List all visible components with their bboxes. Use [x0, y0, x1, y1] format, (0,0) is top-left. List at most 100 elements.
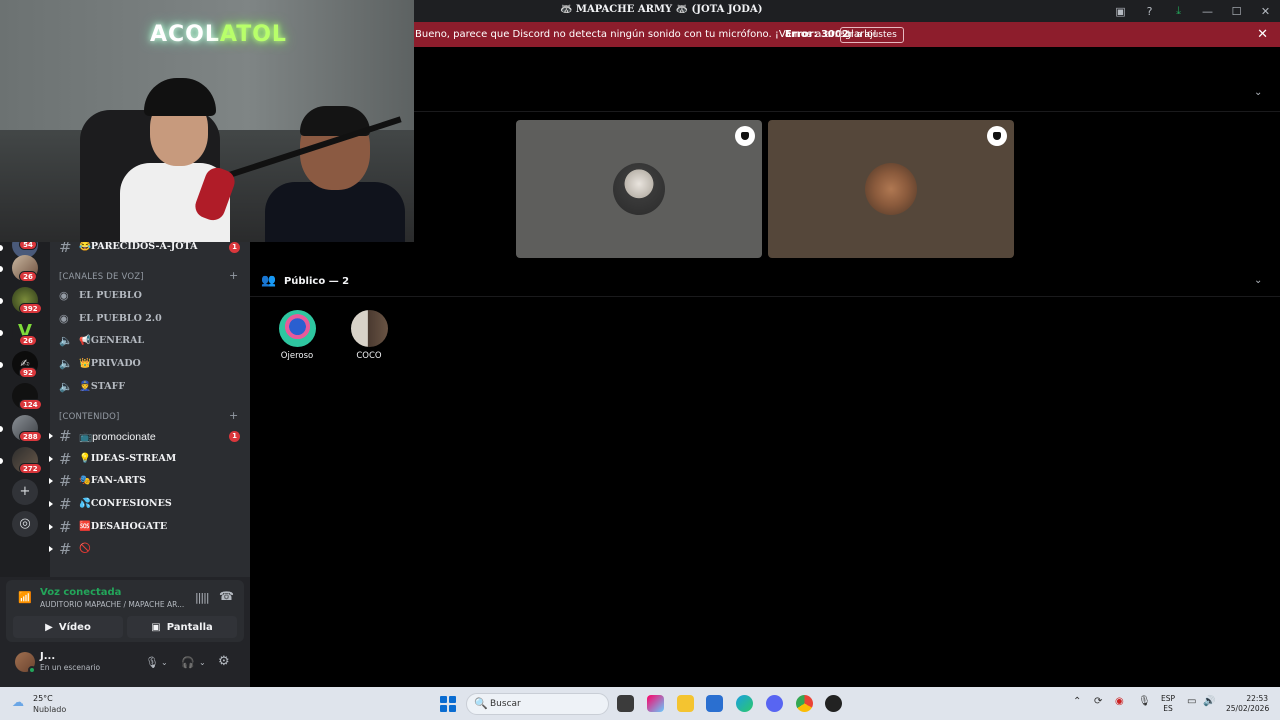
- server-badge: 26: [19, 335, 37, 346]
- close-notice-icon[interactable]: ✕: [1257, 27, 1268, 42]
- voice-channel[interactable]: 🔈 👮STAFF: [50, 377, 250, 397]
- voice-channel[interactable]: ◉ EL PUEBLO: [50, 286, 250, 306]
- text-channel[interactable]: # 💦CONFESIONES: [49, 494, 250, 514]
- streamer-right: [255, 106, 405, 242]
- store-icon[interactable]: [706, 695, 723, 712]
- category-voice[interactable]: [CANALES DE VOZ]: [59, 272, 144, 282]
- discord-icon[interactable]: [766, 695, 783, 712]
- moderator-icon: [987, 126, 1007, 146]
- headphones-icon[interactable]: 🎧: [181, 656, 195, 669]
- add-channel-icon[interactable]: +: [229, 409, 238, 422]
- weather-condition[interactable]: Nublado: [33, 705, 66, 714]
- voice-location[interactable]: AUDITORIO MAPACHE / MAPACHE AR...: [40, 600, 184, 609]
- audience-member[interactable]: COCO: [341, 310, 397, 361]
- unread-arrow-icon: [49, 501, 53, 507]
- app-icon[interactable]: [825, 695, 842, 712]
- unread-pip: [0, 362, 3, 368]
- task-view-icon[interactable]: [617, 695, 634, 712]
- add-server-icon[interactable]: +: [12, 479, 38, 505]
- speaker-icon: 🔈: [59, 334, 73, 347]
- text-channel-icon: #: [59, 495, 72, 513]
- chevron-down-icon[interactable]: ⌄: [161, 658, 168, 667]
- people-icon: 👥: [261, 273, 276, 287]
- maximize-icon[interactable]: ☐: [1222, 0, 1251, 22]
- unread-badge: 1: [229, 431, 240, 442]
- weather-icon[interactable]: ☁: [12, 695, 24, 709]
- screen-share-icon: ▣: [151, 621, 161, 633]
- text-channel[interactable]: # 🆘DESAHOGATE: [49, 517, 250, 537]
- unread-pip: [0, 298, 3, 304]
- microphone-icon[interactable]: 🎙: [1138, 696, 1151, 707]
- voice-channel[interactable]: 🔈 👑PRIVADO: [50, 354, 250, 374]
- download-icon[interactable]: ⤓: [1164, 0, 1193, 22]
- sync-icon[interactable]: ⟳: [1094, 696, 1102, 707]
- screen-share-button[interactable]: ▣ Pantalla: [127, 616, 237, 638]
- discover-icon[interactable]: ◎: [12, 511, 38, 537]
- voice-connection-box: 📶 Voz conectada AUDITORIO MAPACHE / MAPA…: [6, 580, 244, 642]
- unread-arrow-icon: [49, 524, 53, 530]
- server-badge: 26: [19, 271, 37, 282]
- app-tray-icon[interactable]: ◉: [1115, 696, 1124, 707]
- video-button[interactable]: ▶ Vídeo: [13, 616, 123, 638]
- language-indicator[interactable]: ESP ES: [1161, 694, 1175, 714]
- inbox-icon[interactable]: ▣: [1106, 0, 1135, 22]
- gear-icon[interactable]: ⚙: [218, 654, 230, 669]
- text-channel-icon: #: [59, 472, 72, 490]
- channel-list: # 😂PARECIDOS-A-JOTA 1 [CANALES DE VOZ] +…: [49, 238, 250, 577]
- speaker-icon: 🔈: [59, 380, 73, 393]
- unread-arrow-icon: [49, 478, 53, 484]
- window-title: 🦝 MAPACHE ARMY 🦝 (JOTA JODA): [560, 4, 763, 15]
- chevron-down-icon[interactable]: ⌄: [199, 658, 206, 667]
- voice-channel[interactable]: 🔈 📢GENERAL: [50, 331, 250, 351]
- stage-channel-icon: ◉: [59, 312, 69, 325]
- speaker-tile[interactable]: [768, 120, 1014, 258]
- disconnect-icon[interactable]: ☎: [219, 589, 234, 603]
- webcam-overlay: ACOLATOL: [0, 0, 414, 242]
- mic-warning-notice: Bueno, parece que Discord no detecta nin…: [414, 22, 1280, 47]
- file-explorer-icon[interactable]: [677, 695, 694, 712]
- copilot-icon[interactable]: [647, 695, 664, 712]
- user-status: En un escenario: [40, 663, 101, 672]
- search-box[interactable]: 🔍 Buscar: [466, 693, 609, 715]
- chrome-icon[interactable]: [796, 695, 813, 712]
- category-content[interactable]: [CONTENIDO]: [59, 412, 119, 422]
- speaker-icon: 🔈: [59, 357, 73, 370]
- search-icon: 🔍: [474, 697, 488, 710]
- minimize-icon[interactable]: —: [1193, 0, 1222, 22]
- go-to-settings-button[interactable]: Ir a ajustes: [840, 27, 904, 43]
- taskbar: ☁ 25°C Nublado 🔍 Buscar ⌃ ⟳ ◉ 🎙 ESP ES ▭ …: [0, 687, 1280, 720]
- divider: [250, 296, 1280, 297]
- server-badge: 272: [19, 463, 42, 474]
- edge-icon[interactable]: [736, 695, 753, 712]
- network-icon[interactable]: ▭: [1187, 696, 1196, 707]
- chevron-up-icon[interactable]: ⌃: [1073, 696, 1081, 707]
- online-status-icon: [28, 666, 36, 674]
- voice-panel: 📶 Voz conectada AUDITORIO MAPACHE / MAPA…: [0, 577, 250, 687]
- text-channel[interactable]: # 🎭FAN-ARTS: [49, 471, 250, 491]
- unread-pip: [0, 330, 3, 336]
- help-icon[interactable]: ?: [1135, 0, 1164, 22]
- server-badge: 92: [19, 367, 37, 378]
- close-window-icon[interactable]: ✕: [1251, 0, 1280, 22]
- start-button[interactable]: [440, 696, 456, 712]
- clock[interactable]: 22:53 25/02/2026: [1226, 694, 1269, 714]
- neon-sign: ACOLATOL: [150, 22, 287, 47]
- audience-member[interactable]: Ojeroso: [269, 310, 325, 361]
- audience-header: 👥 Público — 2: [261, 273, 350, 287]
- add-channel-icon[interactable]: +: [229, 269, 238, 282]
- unread-pip: [0, 426, 3, 432]
- user-name: J...: [40, 651, 56, 662]
- weather-temperature[interactable]: 25°C: [33, 694, 53, 703]
- noise-suppression-icon[interactable]: |||||: [195, 591, 209, 604]
- text-channel[interactable]: # 💡IDEAS-STREAM: [49, 449, 250, 469]
- volume-icon[interactable]: 🔊: [1203, 696, 1215, 707]
- text-channel[interactable]: # 🚫: [49, 539, 250, 559]
- avatar: [278, 310, 316, 347]
- chevron-down-icon[interactable]: ⌄: [1254, 87, 1262, 98]
- speaker-tile[interactable]: [516, 120, 762, 258]
- chevron-down-icon[interactable]: ⌄: [1254, 275, 1262, 286]
- voice-channel[interactable]: ◉ EL PUEBLO 2.0: [50, 309, 250, 329]
- text-channel[interactable]: # 📺promocionate 1: [49, 426, 250, 446]
- unread-pip: [0, 458, 3, 464]
- microphone-icon[interactable]: 🎙: [145, 656, 159, 669]
